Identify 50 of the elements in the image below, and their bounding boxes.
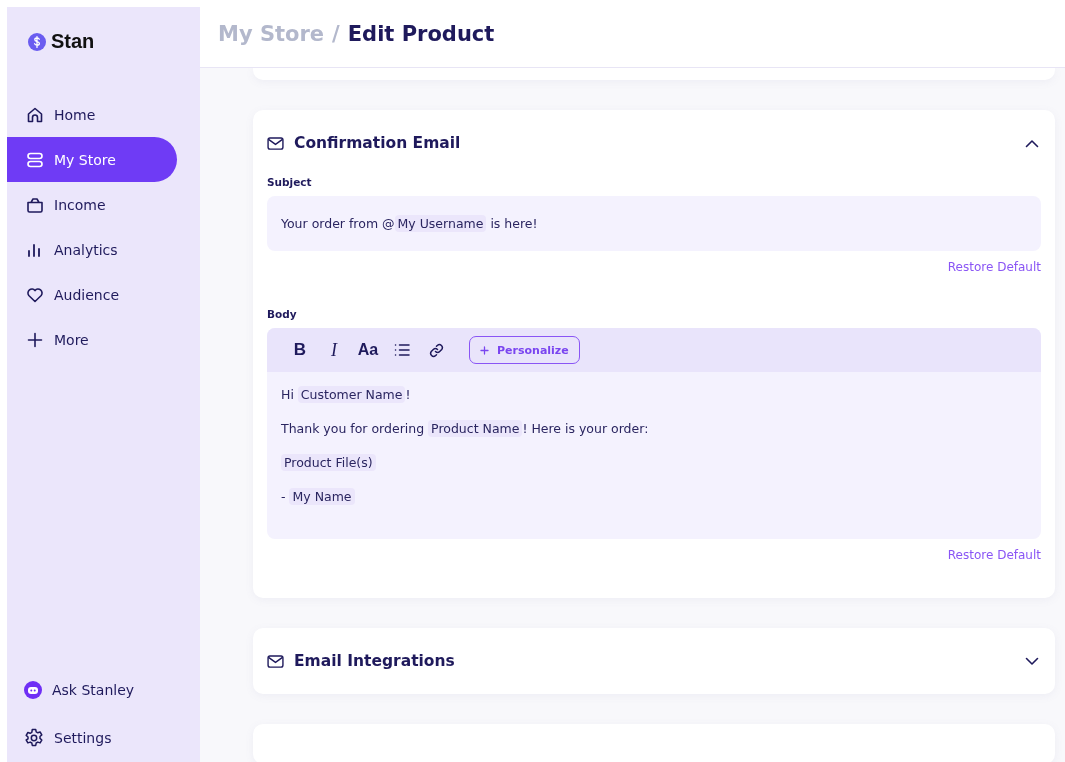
placeholder-tag: My Username [394, 215, 487, 232]
personalize-button[interactable]: Personalize [469, 336, 580, 364]
body-text: ! [405, 387, 411, 402]
bag-icon [26, 195, 44, 214]
restore-default-link[interactable]: Restore Default [947, 260, 1041, 274]
body-text: - [281, 489, 287, 504]
placeholder-tag: Product Name [428, 420, 523, 437]
nav-item[interactable]: Analytics [7, 227, 177, 272]
placeholder-tag: My Name [289, 488, 355, 505]
robot-icon [24, 681, 42, 699]
field-text: Your order from @ [281, 216, 395, 231]
body-text: Thank you for ordering [281, 421, 426, 436]
plus-icon [480, 345, 489, 355]
nav-item[interactable]: Ask Stanley [7, 666, 177, 714]
body-text: Hi [281, 387, 295, 402]
section-title[interactable]: Email Integrations [294, 652, 1015, 670]
nav-item[interactable]: Audience [7, 272, 177, 317]
format-button[interactable]: B [285, 336, 315, 364]
chevron-down-icon[interactable] [1025, 656, 1039, 666]
chevron-up-icon[interactable] [1025, 138, 1039, 148]
section-title[interactable]: Confirmation Email [294, 134, 1015, 152]
body-editor[interactable]: B I Aa Personalize Hi Customer Name ! Thank you for ordering Product Name ! Here is your order: Product File(s) - My Name [267, 328, 1041, 539]
field-text: is here! [489, 216, 538, 231]
nav-item[interactable]: Settings [7, 714, 177, 762]
mail-icon [267, 136, 284, 150]
nav-item[interactable]: My Store [7, 137, 177, 182]
page-title: Edit Product [347, 21, 495, 46]
dollar-logo-icon [28, 32, 46, 51]
placeholder-tag: Product File(s) [281, 454, 376, 471]
field-label: Body [267, 308, 298, 320]
subject-field[interactable]: Your order from @ My Username is here! [267, 196, 1041, 251]
placeholder-tag: Customer Name [297, 386, 406, 403]
restore-default-link[interactable]: Restore Default [947, 548, 1041, 562]
heart-icon [26, 285, 44, 304]
field-label: Subject [267, 176, 313, 188]
breadcrumb-separator: / [332, 21, 340, 46]
nav-item[interactable]: Income [7, 182, 177, 227]
nav-item[interactable]: More [7, 317, 177, 362]
stack-icon [26, 150, 44, 169]
mail-icon [267, 654, 284, 668]
brand-name: Stan [51, 30, 95, 53]
list-icon[interactable] [394, 343, 410, 357]
home-icon [26, 105, 44, 124]
settings-icon [24, 728, 44, 748]
link-icon[interactable] [428, 342, 444, 358]
body-text: ! Here is your order: [522, 421, 649, 436]
nav-item[interactable]: Home [7, 92, 177, 137]
format-button[interactable]: I [319, 336, 349, 364]
format-button[interactable]: Aa [353, 336, 383, 364]
plus-icon [26, 330, 44, 349]
